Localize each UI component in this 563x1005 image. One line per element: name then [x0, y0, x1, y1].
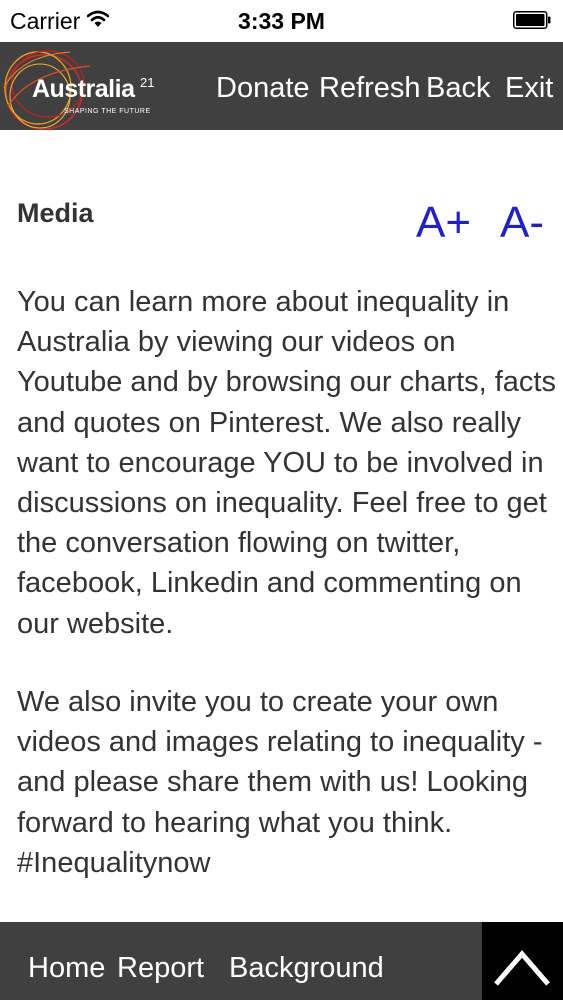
- background-button[interactable]: Background: [229, 952, 384, 985]
- logo-superscript: 21: [140, 75, 155, 90]
- battery-icon: [513, 11, 551, 29]
- status-time: 3:33 PM: [238, 8, 325, 34]
- logo-tagline: SHAPING THE FUTURE: [64, 108, 151, 115]
- font-increase-button[interactable]: A+: [416, 198, 471, 248]
- page-title: Media: [17, 198, 94, 228]
- refresh-button[interactable]: Refresh: [319, 72, 421, 105]
- status-bar: Carrier 3:33 PM: [0, 0, 563, 42]
- australia21-logo[interactable]: Australia 21 SHAPING THE FUTURE: [0, 42, 175, 130]
- exit-button[interactable]: Exit: [505, 72, 553, 105]
- report-button[interactable]: Report: [117, 952, 204, 985]
- body-paragraph: We also invite you to create your own vi…: [17, 686, 543, 879]
- home-button[interactable]: Home: [28, 952, 105, 985]
- back-button[interactable]: Back: [426, 72, 490, 105]
- bottom-nav: Home Report Background: [0, 922, 563, 1000]
- logo-text: Australia: [32, 75, 135, 103]
- font-decrease-button[interactable]: A-: [500, 198, 544, 248]
- body-paragraph: You can learn more about inequality in A…: [17, 286, 556, 640]
- content-area: Media A+ A- You can learn more about ine…: [0, 130, 563, 922]
- top-nav: Australia 21 SHAPING THE FUTURE Donate R…: [0, 42, 563, 130]
- chevron-up-icon: [494, 950, 550, 986]
- donate-button[interactable]: Donate: [216, 72, 310, 105]
- scroll-top-button[interactable]: [482, 922, 563, 1000]
